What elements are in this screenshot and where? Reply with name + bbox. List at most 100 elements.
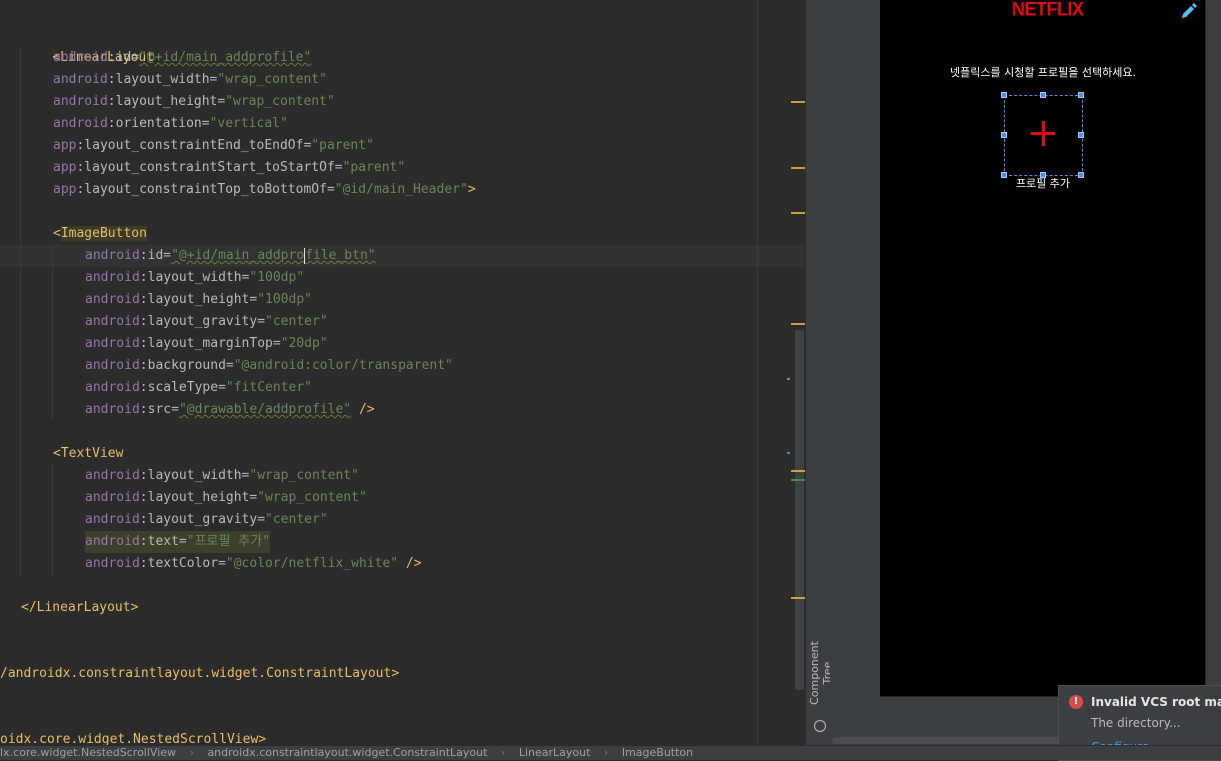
attr-value: "parent"	[342, 160, 406, 175]
code-line-14: android:layout_marginTop="20dp"	[85, 336, 328, 351]
code-line-5: android:orientation="vertical"	[53, 116, 288, 131]
code-line-6: app:layout_constraintEnd_toEndOf="parent…	[53, 138, 374, 153]
attr-value: "fitCenter"	[225, 380, 312, 395]
attr-value: "@android:color/transparent"	[233, 358, 453, 373]
attr-value: "wrap_content"	[217, 72, 327, 87]
code-line-24: </LinearLayout>	[21, 597, 138, 619]
attr-namespace: android	[53, 94, 108, 109]
attr-name: :layout_gravity	[139, 512, 258, 527]
attr-name: :id	[107, 50, 132, 65]
attr-value: "wrap_content"	[257, 490, 367, 505]
notification-title: Invalid VCS root mapp	[1091, 695, 1221, 709]
breadcrumb-item[interactable]: androidx.constraintlayout.widget.Constra…	[207, 746, 487, 760]
attr-value: "프로필 추가"	[186, 534, 271, 549]
attr-namespace: android	[53, 50, 108, 65]
attr-namespace: android	[85, 336, 140, 351]
attr-name: :layout_width	[107, 72, 210, 87]
attr-value: "@id/main_Header"	[334, 182, 468, 197]
attr-namespace: android	[85, 490, 140, 505]
warning-marker[interactable]	[791, 212, 805, 214]
attr-name: :textColor	[139, 556, 219, 571]
attr-name: :layout_constraintTop_toBottomOf	[76, 182, 327, 197]
xml-tag: <TextView	[53, 446, 124, 461]
code-line-20: android:layout_height="wrap_content"	[85, 490, 367, 505]
tag-open: <	[53, 226, 61, 241]
horizontal-scrollbar[interactable]	[832, 737, 1061, 744]
attr-namespace: android	[85, 292, 140, 307]
attr-name: :layout_constraintStart_toStartOf	[76, 160, 335, 175]
resize-handle[interactable]	[1078, 92, 1084, 98]
breadcrumb-separator: ›	[500, 746, 506, 759]
netflix-logo: NETFLIX	[1012, 0, 1084, 20]
xml-tag: oidx.core.widget.NestedScrollView>	[0, 732, 267, 745]
attr-value: "parent"	[311, 138, 374, 153]
editor-scrollbar[interactable]	[795, 330, 804, 690]
resize-handle[interactable]	[1078, 132, 1084, 138]
attr-namespace: android	[85, 358, 140, 373]
code-line-12: android:layout_height="100dp"	[85, 292, 312, 307]
tag-close: />	[351, 402, 375, 417]
right-margin-guide	[757, 0, 758, 745]
attr-value: "wrap_content"	[249, 468, 359, 483]
resize-handle[interactable]	[1001, 92, 1007, 98]
pencil-icon[interactable]	[1180, 1, 1198, 19]
attr-value: "center"	[265, 314, 328, 329]
breadcrumb-item[interactable]: lx.core.widget.NestedScrollView	[0, 746, 176, 760]
code-line-26: oidx.core.widget.NestedScrollView>	[0, 729, 266, 745]
code-line-2: android:id="@+id/main_addprofile"	[53, 50, 312, 65]
attr-name: :orientation	[107, 116, 202, 131]
code-line-15: android:background="@android:color/trans…	[85, 358, 453, 373]
attr-value: "wrap_content"	[225, 94, 335, 109]
code-line-11: android:layout_width="100dp"	[85, 270, 305, 285]
change-marker	[791, 479, 805, 481]
attr-namespace: android	[85, 380, 140, 395]
breadcrumb: lx.core.widget.NestedScrollView › androi…	[0, 745, 1221, 760]
attr-value: "@color/netflix_white"	[225, 556, 399, 571]
indent-guide	[52, 245, 53, 420]
add-profile-label: 프로필 추가	[1015, 177, 1071, 190]
attr-name: :layout_width	[139, 468, 242, 483]
xml-tag: /androidx.constraintlayout.widget.Constr…	[0, 666, 400, 681]
warning-marker[interactable]	[791, 323, 805, 325]
attr-name: :scaleType	[139, 380, 219, 395]
code-line-9: <ImageButton	[53, 223, 147, 245]
code-line-3: android:layout_width="wrap_content"	[53, 72, 327, 87]
change-marker	[787, 452, 790, 454]
code-line-4: android:layout_height="wrap_content"	[53, 94, 335, 109]
attr-namespace: app	[53, 182, 77, 197]
attr-namespace: android	[85, 248, 140, 263]
attr-name: :layout_marginTop	[139, 336, 273, 351]
attr-namespace: app	[53, 160, 77, 175]
warning-marker[interactable]	[791, 167, 805, 169]
resize-handle[interactable]	[1001, 132, 1007, 138]
attr-namespace: android	[85, 270, 140, 285]
breadcrumb-separator: ›	[603, 746, 609, 759]
code-line-10: android:id="@+id/main_addprofile_btn"	[85, 247, 376, 264]
code-editor[interactable]: <LinearLayout android:id="@+id/main_addp…	[0, 0, 805, 745]
attr-name: :src	[139, 402, 172, 417]
component-tree-tab[interactable]: Component Tree	[805, 0, 834, 745]
attr-name: :layout_height	[139, 490, 250, 505]
code-line-25: /androidx.constraintlayout.widget.Constr…	[0, 663, 399, 685]
attr-value: "@+id/main_addpro	[171, 248, 305, 263]
attr-namespace: android	[85, 512, 140, 527]
xml-tag: </LinearLayout>	[21, 600, 139, 615]
attr-value: "@+id/main_addprofile"	[139, 50, 312, 65]
warning-marker[interactable]	[791, 101, 805, 103]
attr-value: "vertical"	[209, 116, 288, 131]
attr-name: :background	[139, 358, 226, 373]
resize-handle[interactable]	[1040, 92, 1046, 98]
breadcrumb-item[interactable]: ImageButton	[622, 746, 693, 760]
attr-value: file_btn"	[305, 248, 376, 263]
attr-name: :layout_constraintEnd_toEndOf	[76, 138, 304, 153]
breadcrumb-item[interactable]: LinearLayout	[519, 746, 591, 760]
attr-value: "@drawable/addprofile"	[178, 402, 352, 417]
attr-value: "100dp"	[249, 270, 305, 285]
warning-marker[interactable]	[791, 470, 805, 472]
attr-name: :layout_height	[107, 94, 218, 109]
warning-marker[interactable]	[791, 597, 805, 599]
attr-namespace: android	[53, 72, 108, 87]
attr-namespace: app	[53, 138, 77, 153]
attr-name: :layout_gravity	[139, 314, 258, 329]
code-line-22: android:text="프로필 추가"	[85, 531, 271, 553]
